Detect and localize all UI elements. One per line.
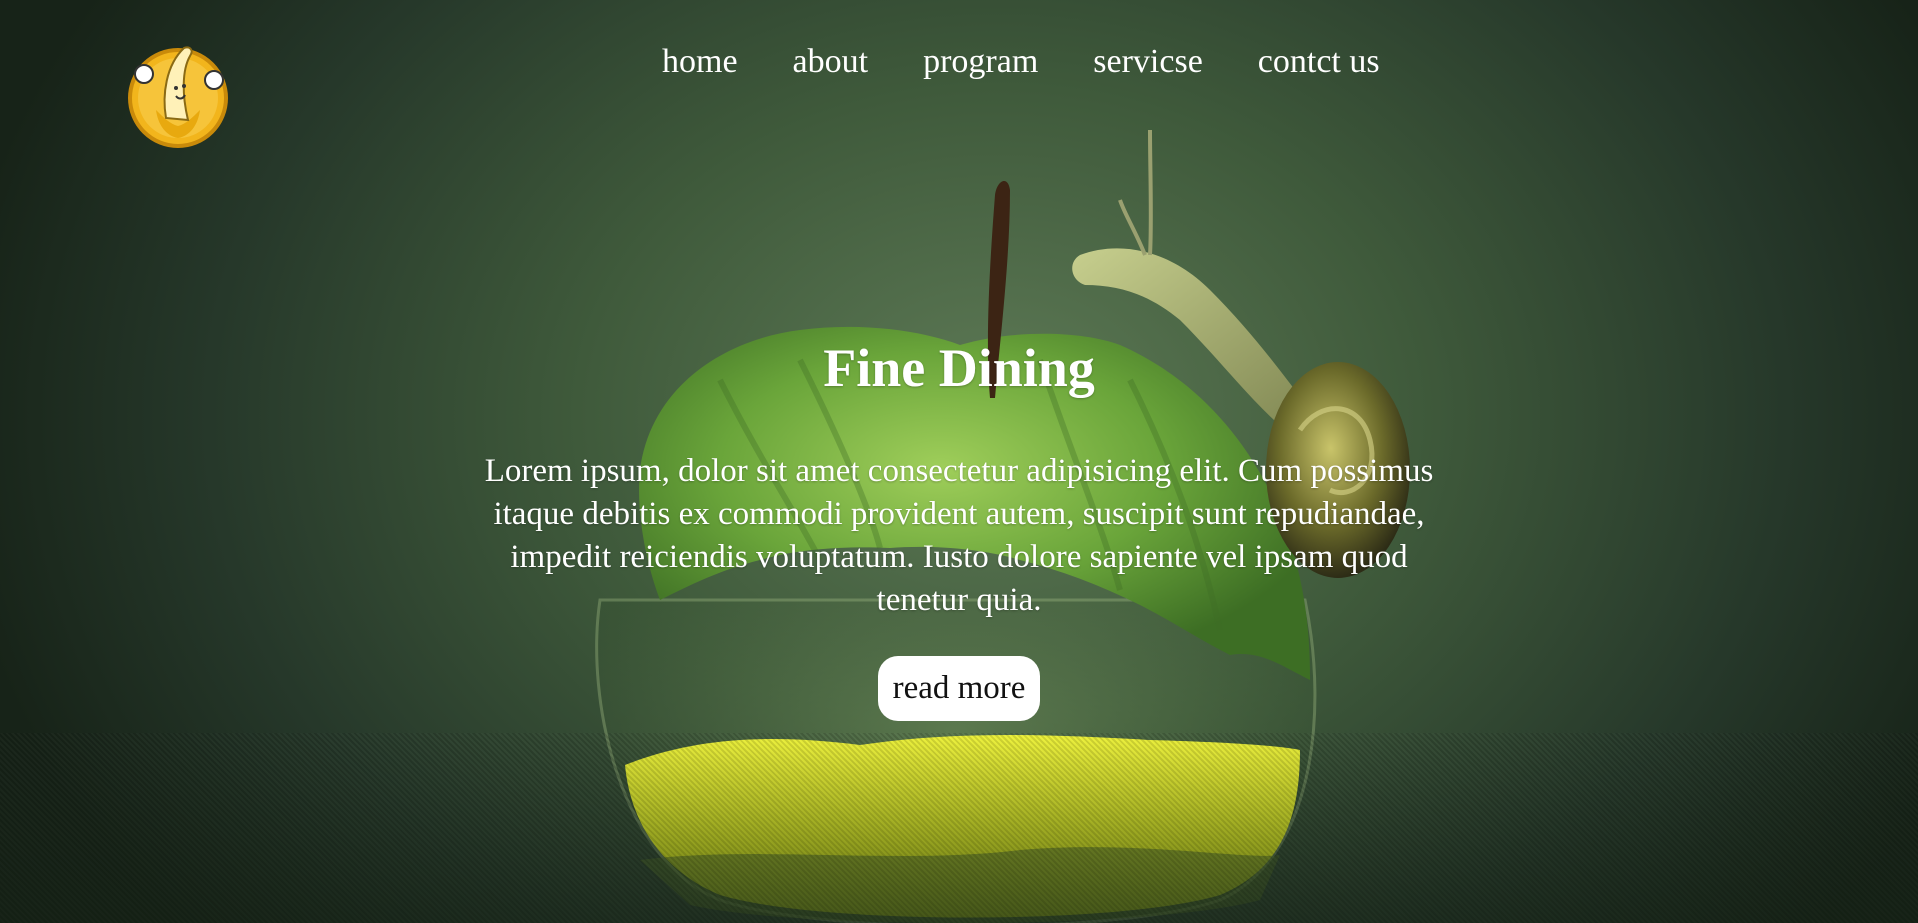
nav-home[interactable]: home [662,38,738,86]
hero-title: Fine Dining [823,338,1095,398]
hero-section: home about program servicse contct us Fi… [0,0,1918,923]
main-nav: home about program servicse contct us [662,38,1380,86]
nav-contact[interactable]: contct us [1258,38,1380,86]
site-logo[interactable] [126,40,230,148]
hero-content: Fine Dining Lorem ipsum, dolor sit amet … [480,330,1438,721]
hero-description: Lorem ipsum, dolor sit amet consectetur … [484,453,1434,618]
banana-mascot-icon [128,46,228,148]
floor-texture [0,733,1918,923]
nav-services[interactable]: servicse [1093,38,1203,86]
read-more-button[interactable]: read more [877,656,1041,721]
nav-program[interactable]: program [923,38,1038,86]
nav-about[interactable]: about [793,38,869,86]
